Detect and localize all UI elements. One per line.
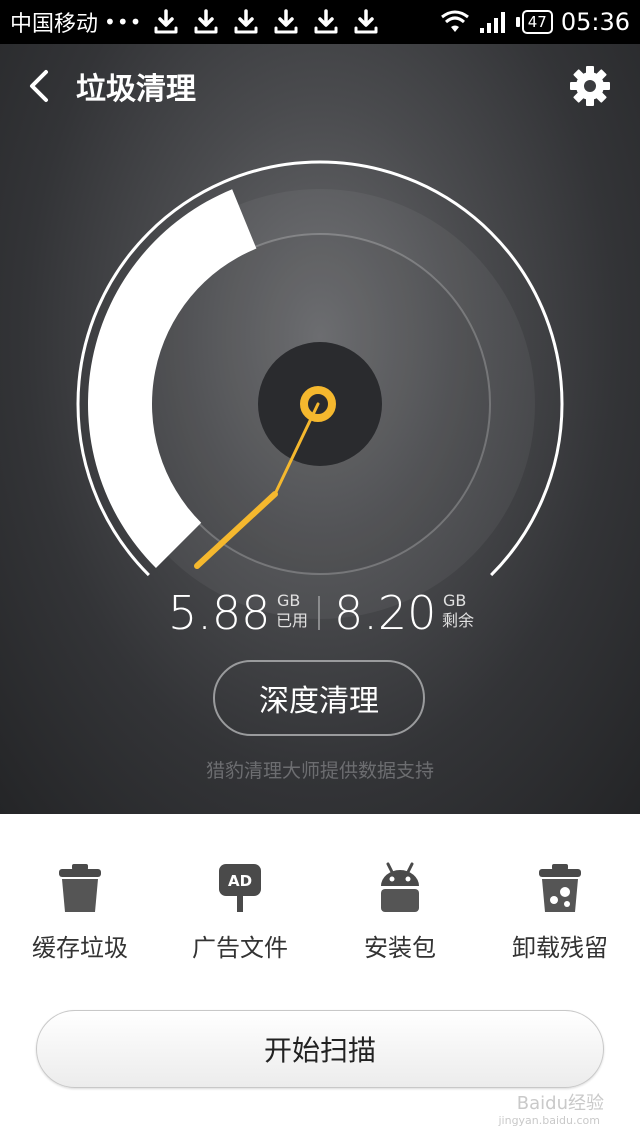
gauge-hub bbox=[258, 342, 382, 466]
battery-level: 47 bbox=[521, 10, 553, 34]
android-icon bbox=[381, 862, 419, 912]
category-panel: 缓存垃圾 AD 广告文件 安装包 卸载残留 开始扫描 Baidu经验 jingy… bbox=[0, 814, 640, 1137]
category-label: 安装包 bbox=[364, 934, 436, 962]
battery-icon: 47 bbox=[515, 10, 553, 34]
category-install-packages[interactable]: 安装包 bbox=[330, 862, 470, 972]
category-uninstall-residue[interactable]: 卸载残留 bbox=[490, 862, 630, 972]
category-ad-files[interactable]: AD 广告文件 bbox=[170, 862, 310, 972]
trash-can-icon bbox=[59, 864, 101, 912]
category-label: 缓存垃圾 bbox=[32, 934, 128, 962]
notification-dots: ••• bbox=[104, 10, 143, 34]
free-unit: GB bbox=[443, 591, 467, 610]
watermark-url: jingyan.baidu.com bbox=[498, 1114, 600, 1127]
svg-text:AD: AD bbox=[228, 872, 252, 890]
download-icon bbox=[154, 9, 178, 34]
download-icon bbox=[354, 9, 378, 34]
used-unit: GB bbox=[277, 591, 301, 610]
used-label: 已用 bbox=[276, 611, 309, 630]
download-icon bbox=[194, 9, 218, 34]
status-bar: 中国移动 ••• 47 05:36 bbox=[0, 0, 640, 44]
signal-icon bbox=[479, 12, 505, 33]
ad-sign-icon: AD bbox=[219, 864, 261, 912]
deep-clean-button[interactable]: 深度清理 bbox=[213, 660, 425, 736]
category-cache-junk[interactable]: 缓存垃圾 bbox=[10, 862, 150, 972]
trash-residue-icon bbox=[539, 864, 581, 912]
data-credit: 猎豹清理大师提供数据支持 bbox=[205, 760, 434, 782]
clock: 05:36 bbox=[560, 8, 630, 36]
wifi-icon bbox=[440, 10, 469, 32]
cleaner-panel: 垃圾清理 5.88 GB 已用 8.20 GB 剩余 深度清理 猎豹清理大师提供… bbox=[0, 44, 640, 814]
category-list: 缓存垃圾 AD 广告文件 安装包 卸载残留 bbox=[0, 862, 640, 972]
used-value: 5.88 bbox=[168, 586, 271, 640]
free-value: 8.20 bbox=[334, 586, 437, 640]
download-icon bbox=[234, 9, 258, 34]
free-label: 剩余 bbox=[442, 611, 475, 630]
download-icon bbox=[314, 9, 338, 34]
readings-divider bbox=[318, 596, 320, 630]
carrier-label: 中国移动 bbox=[10, 12, 99, 37]
download-icon bbox=[274, 9, 298, 34]
category-label: 卸载残留 bbox=[512, 934, 608, 962]
start-scan-button[interactable]: 开始扫描 bbox=[36, 1010, 604, 1088]
storage-readings: 5.88 GB 已用 8.20 GB 剩余 bbox=[0, 586, 640, 640]
watermark: Baidu经验 bbox=[516, 1093, 604, 1114]
category-label: 广告文件 bbox=[192, 934, 288, 962]
